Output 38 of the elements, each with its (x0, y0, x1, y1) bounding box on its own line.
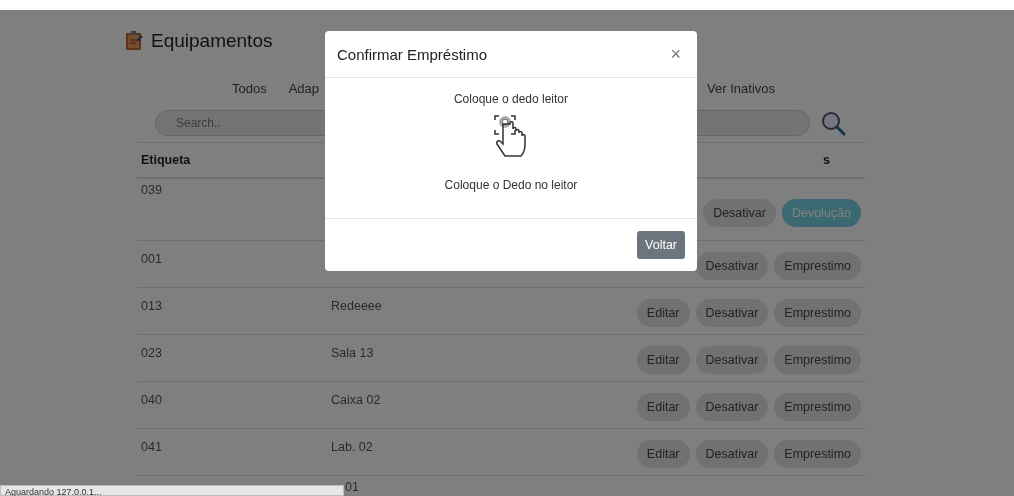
action-button[interactable]: Desativar (695, 345, 769, 374)
modal-title: Confirmar Empréstimo (337, 45, 488, 63)
caption-text: Coloque o Dedo no leitor (444, 178, 578, 192)
table-cell-text: 040 (141, 391, 162, 407)
filter-link[interactable]: Adap (288, 80, 320, 96)
filter-link[interactable]: Ver Inativos (707, 80, 775, 96)
table-cell-text: 01 (345, 478, 359, 494)
table-cell-text: 041 (141, 438, 162, 454)
table-cell-text: 039 (141, 182, 162, 197)
table-cell-text: 023 (141, 344, 162, 360)
table-cell-text: Sala 13 (331, 344, 374, 360)
table-cell-text: 013 (141, 297, 162, 313)
action-button[interactable]: Desativar (695, 392, 769, 421)
action-button[interactable]: Editar (636, 439, 690, 468)
back-button[interactable]: Voltar (637, 231, 685, 259)
action-button[interactable]: Emprestimo (774, 392, 861, 421)
action-button[interactable]: Emprestimo (774, 345, 861, 374)
action-button[interactable]: Desativar (695, 298, 769, 327)
table-cell-text: Lab. 02 (331, 438, 373, 454)
page-title: Equipamentos (151, 30, 273, 52)
filter-link[interactable]: Todos (232, 80, 267, 96)
clipboard-icon (125, 31, 143, 51)
status-bar: Aguardando 127.0.0.1... (0, 485, 344, 496)
table-cell-text: Caixa 02 (331, 391, 381, 407)
action-button[interactable]: Emprestimo (774, 298, 861, 327)
table-cell-text: 001 (141, 250, 162, 266)
action-button[interactable]: Editar (636, 298, 690, 327)
action-button[interactable]: Desativar (695, 251, 769, 280)
action-button[interactable]: Editar (636, 392, 690, 421)
close-button[interactable]: × (668, 43, 683, 65)
action-button[interactable]: Emprestimo (774, 439, 861, 468)
action-button[interactable]: Editar (636, 345, 690, 374)
table-cell-text: Redeeee (331, 297, 382, 313)
action-button[interactable]: Desativar (703, 199, 776, 227)
action-button[interactable]: Emprestimo (774, 251, 861, 280)
instruction-text: Coloque o dedo leitor (453, 92, 569, 106)
search-icon[interactable] (820, 110, 846, 136)
action-button[interactable]: Desativar (695, 439, 769, 468)
